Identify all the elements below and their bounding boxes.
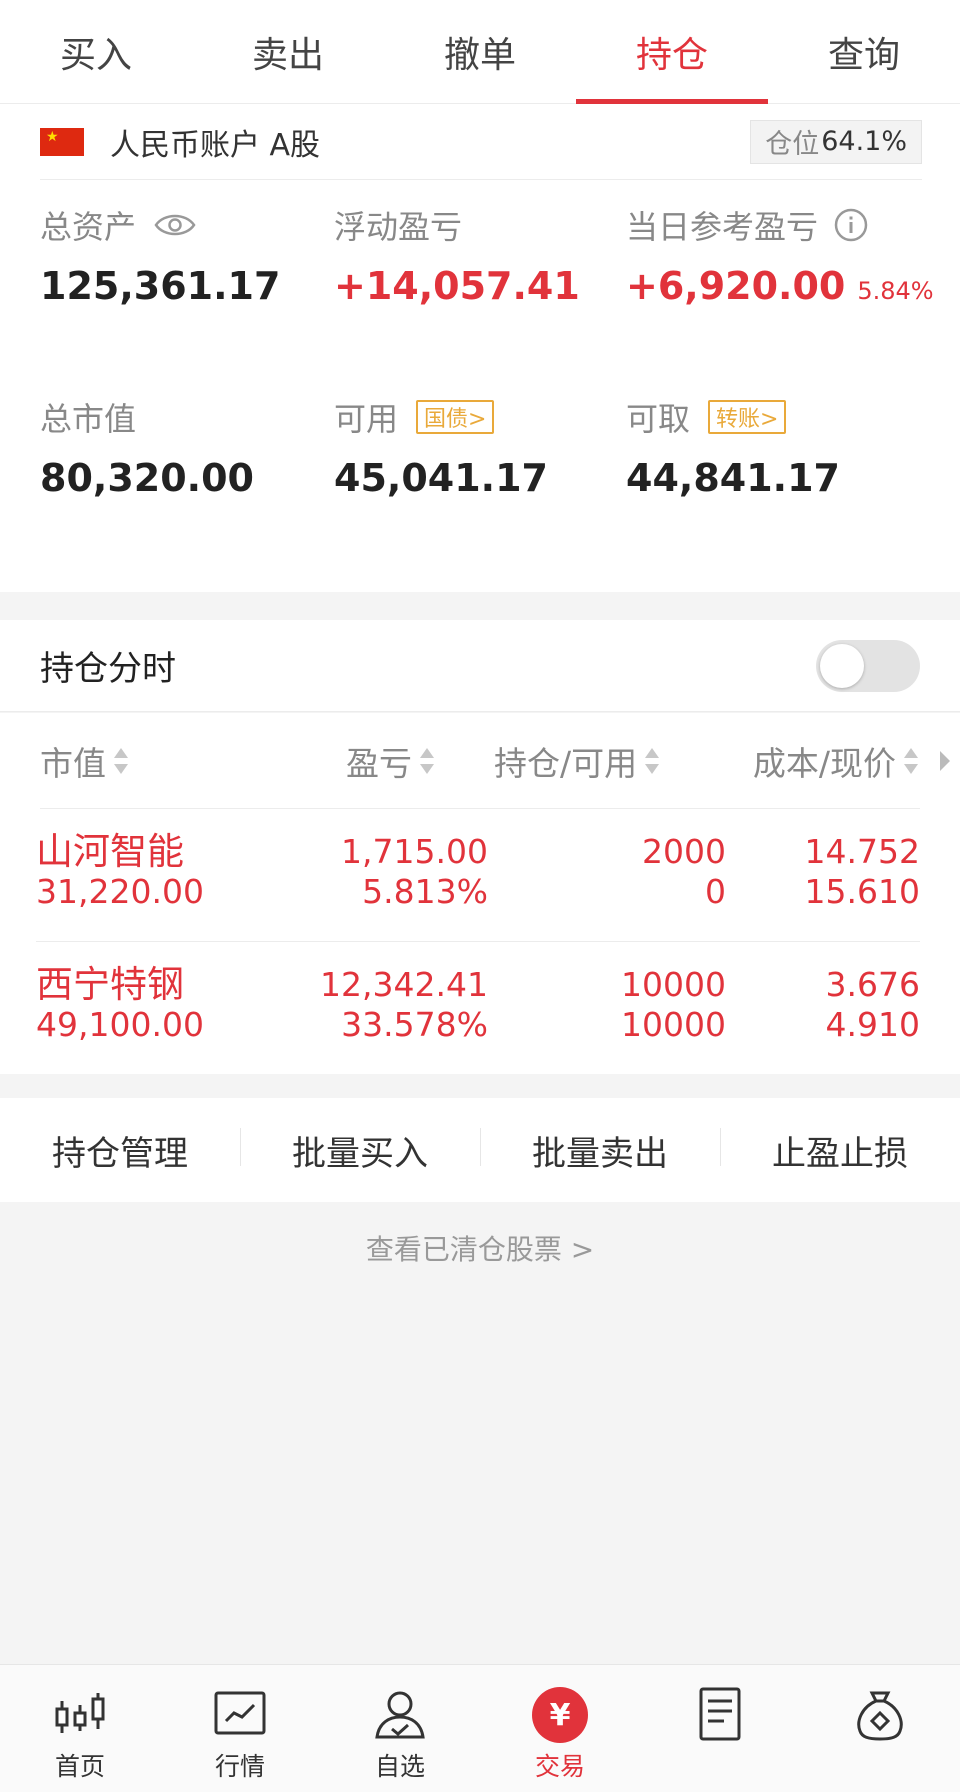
stock-name: 山河智能 <box>36 830 184 873</box>
stock-available: 0 <box>705 872 726 911</box>
total-assets-value: 125,361.17 <box>40 264 281 308</box>
header-holding-available[interactable]: 持仓/可用 <box>494 713 660 809</box>
stock-holding: 10000 <box>621 965 726 1004</box>
market-value-value: 80,320.00 <box>40 456 254 500</box>
account-name: 人民币账户 A股 <box>110 127 321 163</box>
stock-market-value: 49,100.00 <box>36 1005 204 1044</box>
stock-price: 4.910 <box>825 1005 920 1044</box>
table-row[interactable]: 西宁特钢 49,100.00 12,342.41 33.578% 10000 1… <box>36 943 920 1075</box>
nav-home-label: 首页 <box>54 1752 105 1781</box>
total-assets-label: 总资产 <box>40 208 137 246</box>
account-row[interactable]: ★ 人民币账户 A股 仓位 64.1% <box>40 104 922 180</box>
withdrawable-funds: 可取 转账> 44,841.17 <box>626 392 918 504</box>
sort-icon <box>420 748 434 774</box>
account-summary-card: ★ 人民币账户 A股 仓位 64.1% 总资产 125,361.17 浮动盈亏 … <box>0 104 960 592</box>
available-label: 可用 <box>334 400 399 438</box>
stock-market-value: 31,220.00 <box>36 872 204 911</box>
position-ratio-badge: 仓位 64.1% <box>750 119 922 164</box>
top-tab-bar: 买入 卖出 撤单 持仓 查询 <box>0 0 960 104</box>
candlestick-icon <box>55 1693 105 1733</box>
bottom-nav: 首页 行情 自选 ¥ 交易 <box>0 1664 960 1792</box>
total-assets: 总资产 125,361.17 <box>40 200 332 312</box>
user-check-icon <box>375 1691 425 1739</box>
stock-pnl-percent: 33.578% <box>341 1005 488 1044</box>
market-value-label: 总市值 <box>40 400 137 438</box>
eye-icon[interactable] <box>154 211 196 239</box>
header-holding-label: 持仓/可用 <box>494 744 638 783</box>
withdrawable-value: 44,841.17 <box>626 456 840 500</box>
tab-holdings[interactable]: 持仓 <box>576 0 768 104</box>
stock-cost: 3.676 <box>825 965 920 1004</box>
daily-pnl-value: +6,920.00 <box>626 264 846 308</box>
nav-document[interactable] <box>640 1665 800 1792</box>
stock-holding: 2000 <box>642 832 726 871</box>
header-cost-price[interactable]: 成本/现价 <box>753 713 918 809</box>
daily-pnl-percent: 5.84% <box>857 277 934 305</box>
floating-pnl-label: 浮动盈亏 <box>334 208 463 246</box>
sort-icon <box>645 748 660 774</box>
table-header: 市值 盈亏 持仓/可用 成本/现价 <box>40 713 950 809</box>
sort-icon <box>114 748 128 774</box>
batch-sell-button[interactable]: 批量卖出 <box>480 1126 720 1175</box>
tab-query[interactable]: 查询 <box>768 0 960 103</box>
table-row[interactable]: 山河智能 31,220.00 1,715.00 5.813% 2000 0 14… <box>36 810 920 942</box>
stock-pnl-percent: 5.813% <box>362 872 488 911</box>
daily-pnl-label: 当日参考盈亏 <box>626 208 819 246</box>
scroll-right-arrow-icon[interactable] <box>940 751 950 771</box>
tab-buy[interactable]: 买入 <box>0 0 192 103</box>
nav-market[interactable]: 行情 <box>160 1665 320 1792</box>
nav-watchlist[interactable]: 自选 <box>320 1665 480 1792</box>
floating-pnl: 浮动盈亏 +14,057.41 <box>334 200 626 312</box>
holding-management-button[interactable]: 持仓管理 <box>0 1126 240 1175</box>
market-value: 总市值 80,320.00 <box>40 392 332 504</box>
line-chart-icon <box>214 1691 266 1735</box>
toggle-knob <box>820 643 864 688</box>
stock-pnl: 12,342.41 <box>320 965 488 1004</box>
tab-cancel-order[interactable]: 撤单 <box>384 0 576 103</box>
document-icon <box>699 1687 741 1741</box>
stock-cost: 14.752 <box>804 832 920 871</box>
treasury-bond-tag-button[interactable]: 国债> <box>416 400 495 434</box>
floating-pnl-value: +14,057.41 <box>334 264 580 308</box>
available-value: 45,041.17 <box>334 456 548 500</box>
batch-buy-button[interactable]: 批量买入 <box>240 1126 480 1175</box>
yuan-icon: ¥ <box>532 1687 588 1743</box>
position-label: 仓位 <box>765 129 820 160</box>
nav-trade-label: 交易 <box>534 1752 585 1781</box>
nav-market-label: 行情 <box>214 1752 265 1781</box>
nav-trade[interactable]: ¥ 交易 <box>480 1665 640 1792</box>
transfer-tag-button[interactable]: 转账> <box>708 400 787 434</box>
nav-watchlist-label: 自选 <box>374 1752 425 1781</box>
header-cost-label: 成本/现价 <box>752 744 896 783</box>
stock-name: 西宁特钢 <box>36 963 184 1006</box>
header-market-value-label: 市值 <box>40 744 106 783</box>
tab-sell[interactable]: 卖出 <box>192 0 384 103</box>
money-bag-icon <box>857 1691 903 1741</box>
info-icon[interactable] <box>834 208 868 242</box>
daily-pnl: 当日参考盈亏 +6,920.00 5.84% <box>626 200 934 312</box>
sort-icon <box>904 748 918 774</box>
stock-pnl: 1,715.00 <box>341 832 488 871</box>
holdings-table: 市值 盈亏 持仓/可用 成本/现价 山河智能 31,220.00 1,715.0… <box>0 713 960 1074</box>
holding-time-title: 持仓分时 <box>40 649 176 689</box>
available-funds: 可用 国债> 45,041.17 <box>334 392 626 504</box>
header-market-value[interactable]: 市值 <box>40 713 128 809</box>
holding-actions-bar: 持仓管理 批量买入 批量卖出 止盈止损 <box>0 1098 960 1202</box>
stock-available: 10000 <box>621 1005 726 1044</box>
china-flag-icon: ★ <box>40 127 84 156</box>
header-pnl-label: 盈亏 <box>346 744 412 783</box>
position-value: 64.1% <box>821 126 907 157</box>
withdrawable-label: 可取 <box>626 400 691 438</box>
stock-price: 15.610 <box>804 872 920 911</box>
take-profit-stop-loss-button[interactable]: 止盈止损 <box>720 1126 960 1175</box>
holding-time-toggle[interactable] <box>816 639 920 692</box>
nav-home[interactable]: 首页 <box>0 1665 160 1792</box>
header-pnl[interactable]: 盈亏 <box>346 713 434 809</box>
holding-time-row: 持仓分时 <box>0 620 960 712</box>
nav-wealth[interactable] <box>800 1665 960 1792</box>
view-cleared-stocks-link[interactable]: 查看已清仓股票 > <box>0 1228 960 1268</box>
